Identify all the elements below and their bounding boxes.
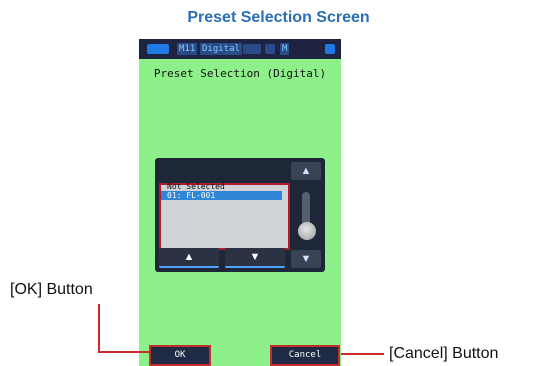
down-arrow-button[interactable]: ▼ <box>225 248 285 268</box>
up-arrow-button[interactable]: ▲ <box>159 248 219 268</box>
preset-list-item-selected[interactable]: 01: FL-001 <box>161 191 282 200</box>
status-block-icon <box>265 44 275 54</box>
device-screen: M11 Digital M Preset Selection (Digital)… <box>139 39 341 366</box>
cancel-callout-line <box>341 353 384 355</box>
ok-callout-line <box>98 351 151 353</box>
scroll-bottom-button[interactable]: ▼ <box>291 250 321 268</box>
status-indicator: M <box>280 43 290 55</box>
status-mode: M11 <box>177 43 198 55</box>
ok-callout-label: [OK] Button <box>10 281 93 298</box>
battery-icon <box>147 44 169 54</box>
cancel-callout-label: [Cancel] Button <box>389 345 499 362</box>
selection-panel: Not Selected 01: FL-001 ▲ ▼ ▲ ▼ <box>155 158 325 272</box>
status-bar: M11 Digital M <box>139 39 341 59</box>
status-type: Digital <box>200 43 242 55</box>
ok-callout-line <box>98 304 100 352</box>
figure-title: Preset Selection Screen <box>187 9 370 26</box>
signal-icon <box>325 44 335 54</box>
scrollbar-thumb[interactable] <box>298 222 316 240</box>
cancel-button[interactable]: Cancel <box>270 345 340 366</box>
preset-list-item[interactable]: Not Selected <box>161 182 282 191</box>
status-block-icon <box>243 44 261 54</box>
screen-title: Preset Selection (Digital) <box>153 67 327 80</box>
ok-button[interactable]: OK <box>149 345 211 366</box>
scroll-top-button[interactable]: ▲ <box>291 162 321 180</box>
